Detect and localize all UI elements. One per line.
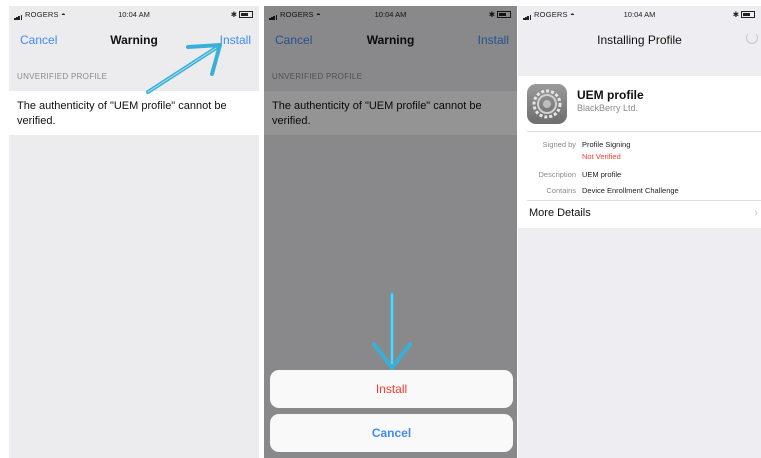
action-sheet-install-button[interactable]: Install	[270, 370, 513, 408]
divider	[527, 200, 761, 201]
contains-label: Contains	[546, 186, 576, 195]
nav-title: Installing Profile	[597, 33, 682, 47]
verification-status: Not Verified	[582, 152, 621, 161]
battery-icon	[239, 11, 253, 18]
battery-icon	[741, 11, 755, 18]
section-header: UNVERIFIED PROFILE	[17, 72, 108, 81]
loading-spinner-icon	[746, 32, 758, 44]
signed-by-value: Profile Signing	[582, 140, 631, 149]
profile-organization: BlackBerry Ltd.	[577, 103, 639, 113]
gear-icon	[527, 84, 567, 124]
status-time: 10:04 AM	[623, 10, 656, 19]
contains-value: Device Enrollment Challenge	[582, 186, 679, 195]
bluetooth-icon: ✱	[230, 10, 237, 19]
bluetooth-icon: ✱	[732, 10, 739, 19]
action-sheet-cancel-button[interactable]: Cancel	[270, 414, 513, 452]
installing-profile-screen: ROGERS ◓ 10:04 AM ✱ Installing Profile U…	[518, 6, 761, 458]
profile-card: UEM profile BlackBerry Ltd. Signed by Pr…	[518, 76, 761, 228]
status-bar: ROGERS ◓ 10:04 AM ✱	[9, 6, 259, 24]
status-time: 10:04 AM	[118, 10, 150, 19]
annotation-arrow-icon	[372, 292, 412, 370]
annotation-arrow-icon	[146, 43, 222, 94]
more-details-link[interactable]: More Details	[529, 207, 591, 219]
description-label: Description	[538, 170, 576, 179]
warning-message: The authenticity of "UEM profile" cannot…	[17, 100, 227, 127]
description-value: UEM profile	[582, 170, 622, 179]
chevron-right-icon: ›	[754, 207, 758, 219]
status-bar: ROGERS ◓ 10:04 AM ✱	[518, 6, 761, 24]
profile-name: UEM profile	[577, 88, 644, 102]
signed-by-label: Signed by	[542, 140, 576, 149]
divider	[527, 131, 761, 132]
nav-bar: Installing Profile	[518, 24, 761, 54]
install-confirmation-screen: ROGERS ◓ 10:04 AM ✱ Cancel Warning Insta…	[264, 6, 517, 458]
